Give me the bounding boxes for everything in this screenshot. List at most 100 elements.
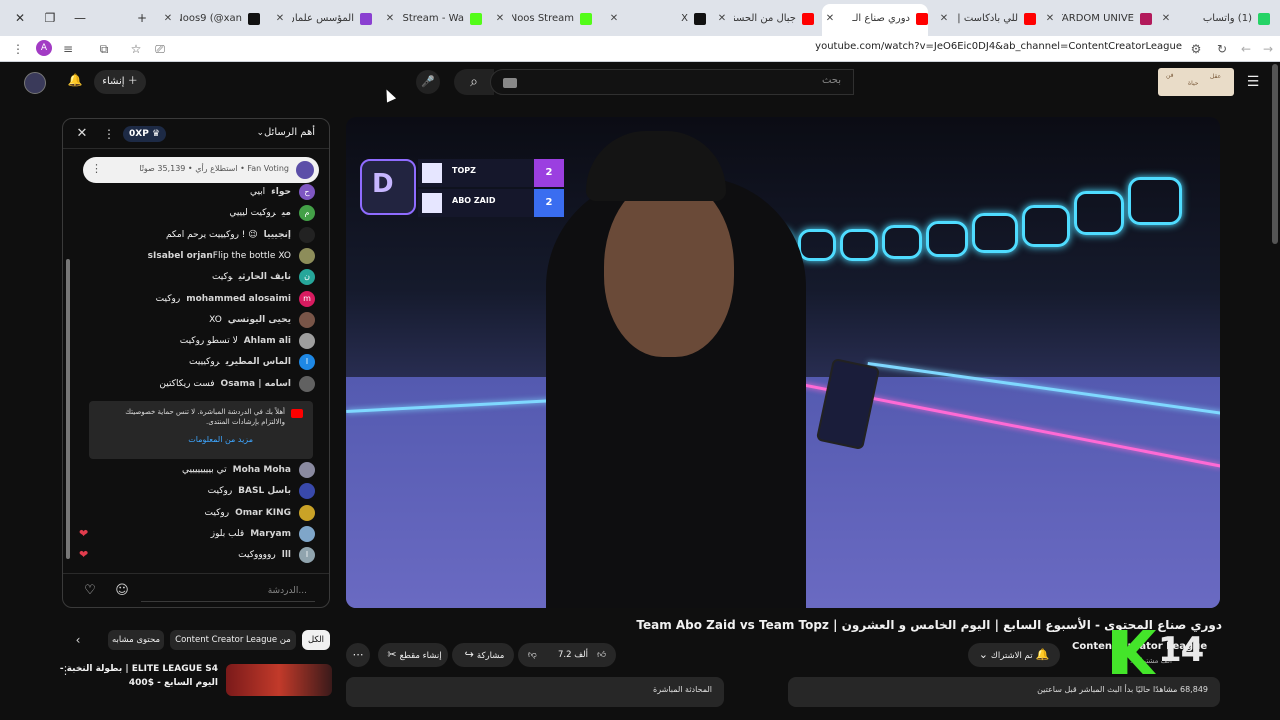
chip-all[interactable]: الكل bbox=[302, 630, 330, 650]
page-scrollbar[interactable] bbox=[1272, 64, 1278, 244]
chat-message[interactable]: ح حواء ابيي bbox=[81, 183, 315, 201]
xp-badge[interactable]: 0XP ♛ bbox=[123, 126, 167, 142]
voice-search-mic-icon[interactable]: 🎤 bbox=[416, 70, 440, 94]
avatar[interactable] bbox=[299, 333, 315, 350]
account-avatar[interactable] bbox=[24, 72, 46, 94]
avatar[interactable] bbox=[299, 525, 315, 542]
avatar[interactable] bbox=[299, 504, 315, 521]
browser-tab-active[interactable]: ✕ دوري صناع الـ bbox=[822, 4, 928, 36]
chat-author[interactable]: اسامه | Osama bbox=[221, 379, 291, 389]
video-description-box[interactable]: 68,849 مشاهدًا حاليًا بدأ البث المباشر ق… bbox=[788, 677, 1220, 707]
video-thumbnail[interactable] bbox=[226, 664, 332, 696]
browser-tab[interactable]: ✕ للي بادكاست | مع bbox=[936, 6, 1036, 32]
chat-message[interactable]: Ahlam ali لا تسطو روكيت bbox=[81, 332, 315, 350]
chat-message[interactable]: م مي روكيت ليييي bbox=[81, 204, 315, 222]
chat-author[interactable]: mohammed alosaimi bbox=[186, 294, 291, 304]
browser-tab[interactable]: ✕ iABS Stream - Wa bbox=[382, 6, 482, 32]
more-actions-button[interactable]: ⋯ bbox=[346, 643, 370, 667]
close-tab-icon[interactable]: ✕ bbox=[714, 6, 730, 32]
share-button[interactable]: ↪ مشاركة bbox=[452, 643, 514, 667]
avatar[interactable]: ح bbox=[299, 184, 315, 200]
chat-author[interactable]: باسل BASL bbox=[238, 486, 291, 496]
chat-message[interactable]: اسامه | Osama فست ريكاكتين bbox=[81, 375, 315, 393]
close-icon[interactable]: ✕ bbox=[73, 125, 91, 143]
browser-tab[interactable]: ✕ XANoos Stream bbox=[492, 6, 592, 32]
chat-author[interactable]: الماس المطيري bbox=[226, 357, 291, 367]
emoji-icon[interactable]: ☺ bbox=[113, 582, 131, 600]
browser-menu-icon[interactable]: ⋮ bbox=[8, 39, 28, 59]
profile-avatar[interactable]: A bbox=[36, 40, 52, 56]
close-tab-icon[interactable]: ✕ bbox=[606, 6, 622, 32]
keyboard-icon[interactable] bbox=[503, 78, 517, 88]
minimize-window-icon[interactable]: — bbox=[66, 6, 94, 30]
avatar[interactable] bbox=[299, 375, 315, 392]
chat-message[interactable]: ن نايف الحارثي وكيت bbox=[81, 268, 315, 286]
browser-tab[interactable]: ✕ المؤسس علمان-ية bbox=[272, 6, 372, 32]
youtube-logo[interactable]: فن حياة عقل bbox=[1158, 68, 1234, 96]
chevron-left-icon[interactable]: ‹ bbox=[68, 630, 88, 650]
close-window-icon[interactable]: ✕ bbox=[6, 6, 34, 30]
search-input[interactable]: بحث bbox=[490, 69, 854, 95]
chat-author[interactable]: Maryam bbox=[250, 529, 291, 539]
chat-author[interactable]: يحيى اليونسي bbox=[228, 315, 291, 325]
close-tab-icon[interactable]: ✕ bbox=[382, 6, 398, 32]
chat-author[interactable]: Ahlam ali bbox=[244, 336, 291, 346]
avatar[interactable] bbox=[299, 226, 315, 243]
avatar[interactable]: ن bbox=[299, 269, 315, 286]
learn-more-link[interactable]: مزيد من المعلومات bbox=[188, 435, 253, 444]
chat-message[interactable]: يحيى اليونسي XO bbox=[81, 311, 315, 329]
chat-mode-dropdown[interactable]: ⌄أهم الرسائل bbox=[252, 127, 315, 138]
reload-icon[interactable]: ↻ bbox=[1212, 39, 1232, 59]
avatar[interactable]: م bbox=[299, 205, 315, 222]
chat-message[interactable]: m mohammed alosaimi روكيت bbox=[81, 290, 315, 308]
extensions-icon[interactable]: ⧉ bbox=[94, 39, 114, 59]
chat-author[interactable]: مي bbox=[282, 208, 291, 218]
avatar[interactable] bbox=[299, 311, 315, 328]
chat-message[interactable]: إنجيييا 😉 ! روكيييت يرحم امكم bbox=[81, 226, 315, 244]
chat-author[interactable]: حواء bbox=[271, 187, 291, 197]
close-tab-icon[interactable]: ✕ bbox=[160, 6, 176, 32]
chat-author[interactable]: Omar KING bbox=[235, 508, 291, 518]
close-tab-icon[interactable]: ✕ bbox=[822, 4, 838, 34]
create-button[interactable]: إنشاء ＋ bbox=[94, 70, 146, 94]
chip-from-channel[interactable]: من Content Creator League bbox=[170, 630, 296, 650]
chat-message[interactable]: Moha Moha تي بييييييييي bbox=[81, 461, 315, 479]
browser-tab[interactable]: ✕ STARDOM UNIVE bbox=[1042, 6, 1152, 32]
avatar[interactable] bbox=[299, 483, 315, 500]
clip-button[interactable]: ✂ إنشاء مقطع bbox=[378, 643, 448, 667]
video-player[interactable]: D TOPZ 2 ABO ZAID 2 bbox=[346, 117, 1220, 608]
poll-options-icon[interactable]: ⋮ bbox=[91, 162, 102, 175]
subscribed-button[interactable]: ⌄ تم الاشتراك 🔔 bbox=[968, 643, 1060, 667]
close-tab-icon[interactable]: ✕ bbox=[492, 6, 508, 32]
close-tab-icon[interactable]: ✕ bbox=[1158, 6, 1174, 32]
chat-scrollbar[interactable] bbox=[66, 259, 70, 559]
avatar[interactable]: l bbox=[299, 547, 315, 564]
cast-icon[interactable]: ⎚ bbox=[150, 39, 170, 59]
chat-message[interactable]: باسل BASL روكيت bbox=[81, 482, 315, 500]
browser-tab[interactable]: ✕ (1) واتساب bbox=[1158, 6, 1270, 32]
avatar[interactable]: m bbox=[299, 290, 315, 307]
bookmark-star-icon[interactable]: ☆ bbox=[126, 39, 146, 59]
media-control-icon[interactable]: ≡ bbox=[58, 39, 78, 59]
browser-tab[interactable]: ✕ XANoos9 (@xan bbox=[160, 6, 260, 32]
chat-message-input[interactable]: الدردشة... bbox=[141, 580, 315, 602]
close-tab-icon[interactable]: ✕ bbox=[1042, 6, 1058, 32]
more-options-icon[interactable]: ⋮ bbox=[103, 125, 115, 143]
browser-tab[interactable]: ✕ جبال من الحسنات bbox=[714, 6, 814, 32]
chat-author[interactable]: lll bbox=[282, 550, 291, 560]
chat-message[interactable]: Maryam قلب بلوز ❤ bbox=[79, 525, 315, 543]
chat-message[interactable]: ا الماس المطيري روكيييت bbox=[81, 353, 315, 371]
chat-author[interactable]: نايف الحارثي bbox=[238, 272, 291, 282]
forward-icon[interactable]: → bbox=[1258, 39, 1278, 59]
search-icon[interactable]: ⌕ bbox=[454, 69, 494, 95]
close-tab-icon[interactable]: ✕ bbox=[936, 6, 952, 32]
chip-related[interactable]: محتوى مشابه bbox=[108, 630, 164, 650]
chat-message[interactable]: l lll رووووكيت ❤ bbox=[79, 546, 315, 564]
chat-message[interactable]: sIsabel orjanFlip the bottle XO bbox=[81, 247, 315, 265]
recommended-video[interactable]: ⋮ ELITE LEAGUE S4 | بطولة النخبة - اليوم… bbox=[60, 662, 332, 696]
hamburger-menu-icon[interactable]: ☰ bbox=[1244, 73, 1262, 91]
back-icon[interactable]: ← bbox=[1236, 39, 1256, 59]
avatar[interactable] bbox=[299, 247, 315, 264]
restore-window-icon[interactable]: ❐ bbox=[36, 6, 64, 30]
chat-author[interactable]: Moha Moha bbox=[233, 465, 291, 475]
